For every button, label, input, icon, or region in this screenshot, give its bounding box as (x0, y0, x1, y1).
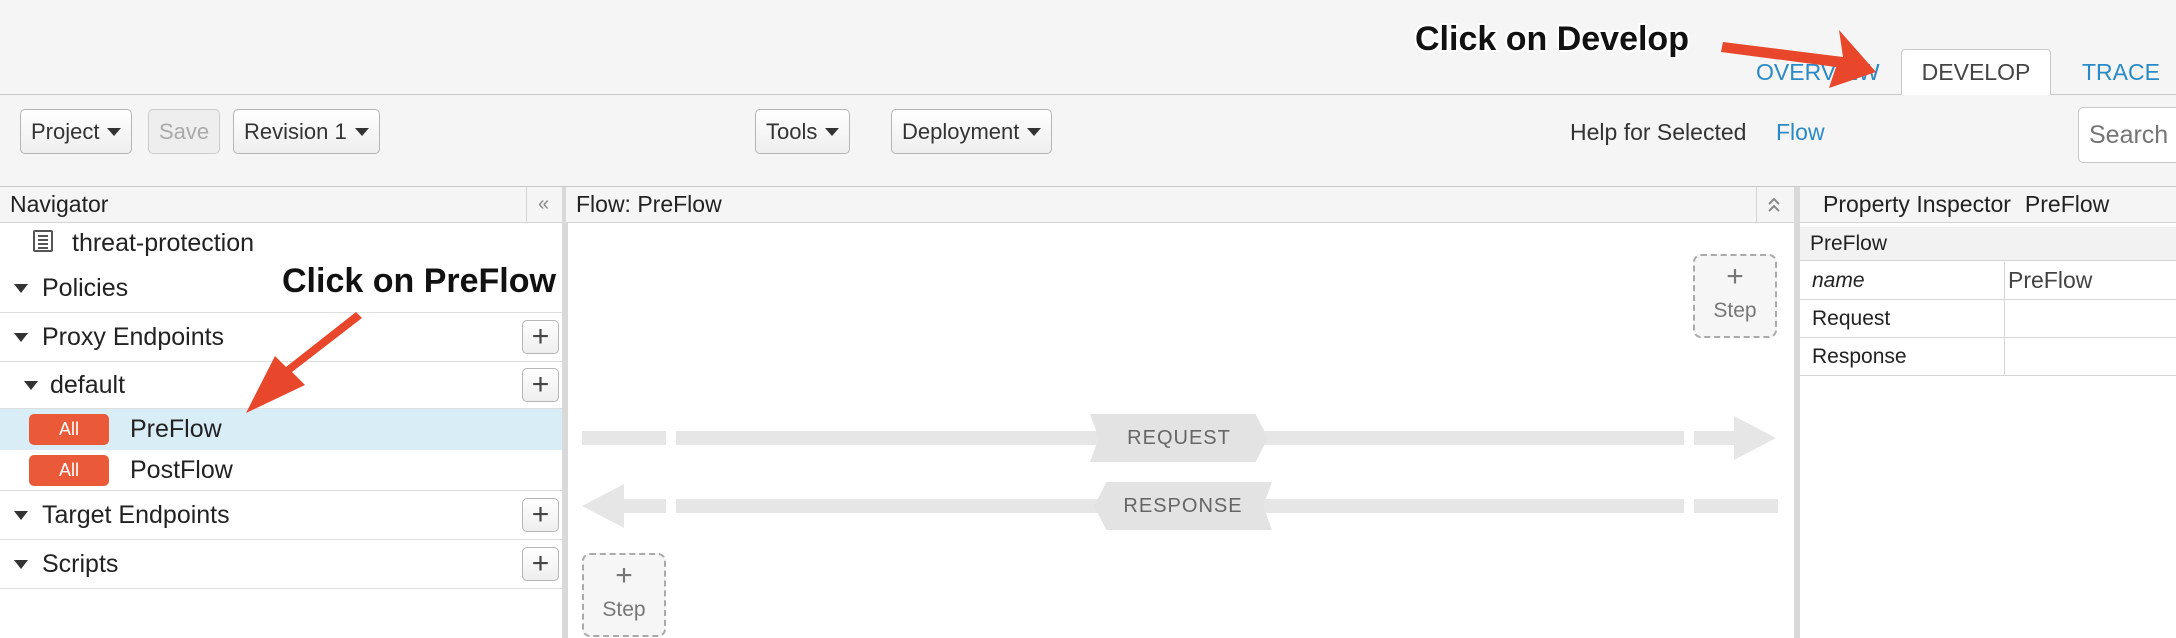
request-lane-segment (582, 431, 666, 445)
navigator-title: Navigator (10, 191, 109, 217)
add-target-endpoint-button[interactable]: + (522, 498, 559, 532)
preflow-callout: Click on PreFlow (282, 262, 556, 300)
property-response-value[interactable] (2006, 338, 2176, 375)
plus-icon: + (615, 559, 633, 592)
default-endpoint-row[interactable]: default + (0, 362, 562, 409)
request-lane-segment (1694, 431, 1734, 445)
property-key: Request (1800, 300, 2005, 337)
inspector-title-value: PreFlow (2024, 191, 2110, 217)
proxy-name: threat-protection (72, 229, 255, 257)
flow-title: Flow: PreFlow (576, 191, 722, 217)
property-name-value[interactable]: PreFlow (2006, 262, 2176, 299)
add-script-button[interactable]: + (522, 547, 559, 581)
inspector-section-title: PreFlow (1800, 227, 2176, 261)
policies-label: Policies (42, 273, 129, 302)
postflow-label: PostFlow (130, 455, 233, 484)
revision-label: Revision 1 (244, 118, 347, 144)
deployment-label: Deployment (902, 118, 1020, 144)
property-key: name (1800, 262, 2005, 299)
triangle-down-icon (14, 559, 28, 569)
preflow-item[interactable]: All PreFlow (0, 409, 562, 450)
plus-icon: + (1726, 260, 1744, 293)
proxy-endpoints-section[interactable]: Proxy Endpoints + (0, 313, 562, 362)
request-arrow-head (1734, 416, 1776, 460)
inspector-section-label: PreFlow (1810, 231, 1888, 255)
caret-down-icon (107, 127, 122, 136)
default-label: default (50, 370, 126, 399)
triangle-down-icon (14, 510, 28, 520)
postflow-item[interactable]: All PostFlow (0, 450, 562, 491)
response-add-step-button[interactable]: + Step (582, 553, 666, 637)
add-proxy-endpoint-button[interactable]: + (522, 320, 559, 354)
proxy-name-row[interactable]: threat-protection (0, 223, 562, 264)
triangle-down-icon (24, 380, 38, 390)
collapse-navigator-icon[interactable]: « (526, 187, 560, 222)
collapse-flow-icon[interactable] (1756, 187, 1790, 222)
tools-dropdown-button[interactable]: Tools (755, 109, 851, 154)
inspector-row-response: Response (1800, 338, 2176, 376)
tools-label: Tools (766, 118, 818, 144)
inspector-row-request: Request (1800, 300, 2176, 338)
triangle-down-icon (14, 283, 28, 293)
response-lane-segment (1694, 499, 1778, 513)
caret-down-icon (354, 127, 369, 136)
property-key: Response (1800, 338, 2005, 375)
inspector-row-name: name PreFlow (1800, 262, 2176, 300)
response-arrow-head (582, 484, 624, 528)
step-label: Step (602, 598, 646, 621)
navigator-splitter[interactable] (562, 187, 568, 638)
proxy-endpoints-label: Proxy Endpoints (42, 322, 225, 351)
save-button[interactable]: Save (148, 109, 221, 154)
revision-dropdown-button[interactable]: Revision 1 (233, 109, 380, 154)
develop-callout: Click on Develop (1415, 20, 1689, 58)
inspector-title: Property Inspector (1823, 191, 2011, 217)
toolbar: Project Save Revision 1 Tools Deployment… (0, 95, 2176, 187)
navigator-header: Navigator « (0, 187, 564, 223)
tab-overview[interactable]: OVERVIEW (1756, 59, 1880, 86)
deployment-dropdown-button[interactable]: Deployment (891, 109, 1053, 154)
scripts-section[interactable]: Scripts + (0, 540, 562, 589)
target-endpoints-section[interactable]: Target Endpoints + (0, 491, 562, 540)
response-label: RESPONSE (1094, 482, 1272, 530)
top-bar: OVERVIEW DEVELOP TRACE (0, 0, 2176, 96)
flow-header: Flow: PreFlow (566, 187, 1794, 223)
property-request-value[interactable] (2006, 300, 2176, 337)
preflow-label: PreFlow (130, 415, 222, 443)
triangle-down-icon (14, 332, 28, 342)
tab-trace[interactable]: TRACE (2082, 59, 2160, 86)
tab-develop[interactable]: DEVELOP (1901, 49, 2051, 96)
step-label: Step (1713, 299, 1757, 322)
save-label: Save (159, 118, 210, 144)
target-endpoints-label: Target Endpoints (42, 500, 230, 529)
search-input[interactable] (2078, 107, 2176, 163)
project-label: Project (31, 118, 100, 144)
preflow-badge: All (29, 414, 109, 445)
add-flow-button[interactable]: + (522, 368, 559, 402)
caret-down-icon (825, 127, 840, 136)
property-inspector-header: Property Inspector PreFlow (1800, 187, 2176, 223)
response-lane-segment (624, 499, 666, 513)
request-add-step-button[interactable]: + Step (1693, 254, 1777, 338)
scripts-label: Scripts (42, 549, 119, 578)
postflow-badge: All (29, 455, 109, 486)
request-label: REQUEST (1090, 414, 1268, 462)
help-for-selected-label: Help for Selected (1570, 119, 1747, 145)
document-icon (33, 230, 53, 252)
help-flow-link[interactable]: Flow (1776, 119, 1825, 146)
caret-down-icon (1027, 127, 1042, 136)
project-dropdown-button[interactable]: Project (20, 109, 133, 154)
